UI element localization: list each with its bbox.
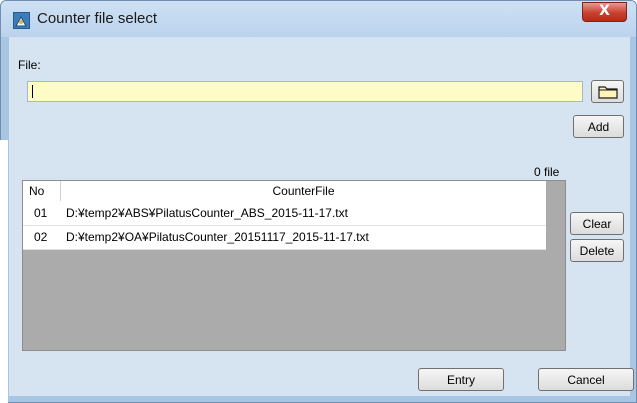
entry-button[interactable]: Entry [418, 368, 504, 391]
row-file-path: D:¥temp2¥OA¥PilatusCounter_20151117_2015… [66, 230, 369, 244]
title-bar[interactable]: Counter file select X [1, 1, 636, 37]
app-icon [13, 12, 30, 29]
column-header-counterfile[interactable]: CounterFile [61, 181, 546, 201]
folder-icon [597, 86, 618, 99]
table-row[interactable]: 01 D:¥temp2¥ABS¥PilatusCounter_ABS_2015-… [23, 202, 546, 226]
window-title: Counter file select [37, 10, 158, 27]
cancel-button[interactable]: Cancel [538, 368, 634, 391]
browse-folder-button[interactable] [591, 80, 624, 103]
row-file-path: D:¥temp2¥ABS¥PilatusCounter_ABS_2015-11-… [66, 206, 348, 220]
text-caret [32, 85, 33, 98]
table-row[interactable]: 02 D:¥temp2¥OA¥PilatusCounter_20151117_2… [23, 226, 546, 250]
file-path-input[interactable] [27, 81, 583, 102]
grid-header: No CounterFile [23, 181, 546, 203]
column-header-no[interactable]: No [23, 181, 61, 201]
file-label: File: [18, 58, 41, 72]
counter-file-grid[interactable]: No CounterFile 01 D:¥temp2¥ABS¥PilatusCo… [22, 180, 566, 351]
window-edge [0, 140, 8, 403]
clear-button[interactable]: Clear [570, 212, 624, 235]
close-button[interactable]: X [582, 2, 627, 22]
delete-button[interactable]: Delete [570, 239, 624, 262]
row-number: 01 [34, 206, 48, 220]
add-button[interactable]: Add [573, 115, 624, 138]
file-count: 0 file [534, 165, 560, 179]
row-number: 02 [34, 230, 48, 244]
close-icon: X [599, 3, 610, 19]
